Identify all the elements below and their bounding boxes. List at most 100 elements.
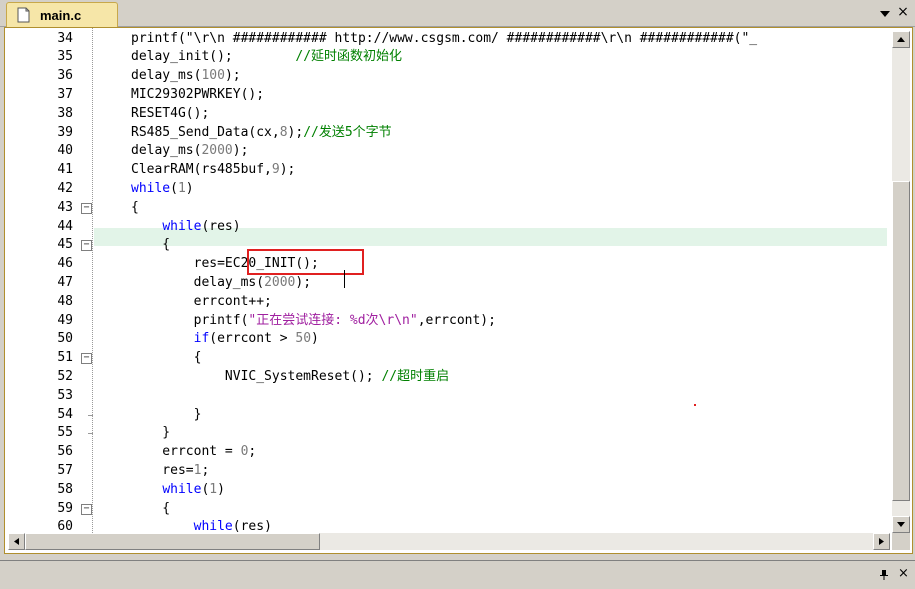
code-line-48[interactable]: 48 errcont++; [0,293,909,312]
code-text: while(1) [131,180,194,199]
code-line-53[interactable]: 53 [0,387,909,406]
horizontal-scroll-thumb[interactable] [25,533,320,550]
code-line-39[interactable]: 39 RS485_Send_Data(cx,8);//发送5个字节 [0,124,909,143]
code-token: { [131,500,171,516]
line-number: 38 [57,105,73,121]
line-number: 50 [57,331,73,347]
code-text: { [131,349,202,368]
code-token: 50 [295,331,312,347]
code-text: } [131,424,170,443]
line-number: 39 [57,124,73,140]
code-token: while [162,481,202,497]
code-line-34[interactable]: 34 printf("\r\n ############ http://www.c… [0,30,909,49]
fold-end-marker [88,414,93,416]
code-line-47[interactable]: 47 delay_ms(2000); [0,274,909,293]
code-token: (errcont > [209,331,296,347]
fold-toggle-icon[interactable]: − [81,353,92,365]
code-token: ); [224,68,241,84]
code-line-58[interactable]: 58 while(1) [0,481,909,500]
code-token: MIC29302PWRKEY(); [131,86,265,102]
tab-main-c[interactable]: main.c [6,2,118,27]
code-line-38[interactable]: 38 RESET4G(); [0,105,909,124]
code-line-49[interactable]: 49 printf("正在尝试连接: %d次\r\n",errcont); [0,312,909,331]
code-token: while [162,218,202,234]
code-token: ); [295,274,312,290]
code-text: { [131,236,170,255]
code-line-56[interactable]: 56 errcont = 0; [0,443,909,462]
code-text: delay_ms(100); [131,67,241,86]
line-number: 41 [57,162,73,178]
code-line-42[interactable]: 42 while(1) [0,180,909,199]
code-token: { [131,199,139,215]
code-line-44[interactable]: 44 while(res) [0,218,909,237]
fold-toggle-icon[interactable]: − [81,503,92,515]
code-token: delay_init(); [131,49,296,65]
code-text: if(errcont > 50) [131,330,319,349]
fold-toggle-icon[interactable]: − [81,240,92,252]
close-icon[interactable]: × [896,4,910,20]
line-number: 57 [57,462,73,478]
code-token: "正在尝试连接: %d次\r\n" [248,312,418,328]
file-icon [17,7,30,23]
scroll-down-button[interactable] [892,516,910,533]
code-token: ) [185,180,194,196]
pin-icon[interactable] [878,569,890,581]
scroll-right-button[interactable] [873,533,890,550]
code-line-41[interactable]: 41 ClearRAM(rs485buf,9); [0,161,909,180]
code-token: 100 [201,68,225,84]
code-text: { [131,199,139,218]
fold-toggle-icon[interactable]: − [81,202,92,214]
scroll-left-button[interactable] [8,533,25,550]
code-token: ); [279,162,296,178]
line-number: 51 [57,350,73,366]
code-token: delay_ms( [131,68,202,84]
code-line-35[interactable]: 35 delay_init(); //延时函数初始化 [0,48,909,67]
code-line-55[interactable]: 55 } [0,424,909,443]
horizontal-scrollbar[interactable] [8,533,890,550]
close-icon[interactable]: × [898,567,912,581]
code-line-37[interactable]: 37 MIC29302PWRKEY(); [0,86,909,105]
code-line-57[interactable]: 57 res=1; [0,462,909,481]
code-token: ,errcont); [417,312,496,328]
code-token: 9 [271,162,280,178]
code-text: delay_init(); //延时函数初始化 [131,48,402,67]
vertical-scroll-thumb[interactable] [892,181,910,501]
line-number: 52 [57,368,73,384]
code-token: 1 [177,180,186,196]
line-number: 49 [57,312,73,328]
code-line-50[interactable]: 50 if(errcont > 50) [0,330,909,349]
code-line-43[interactable]: 43− { [0,199,909,218]
scroll-up-button[interactable] [892,31,910,48]
code-line-45[interactable]: 45− { [0,236,909,255]
code-line-59[interactable]: 59− { [0,500,909,519]
line-number: 55 [57,425,73,441]
annotation-dot [694,404,696,406]
line-number: 48 [57,293,73,309]
vertical-scrollbar[interactable] [892,31,910,533]
code-text: RESET4G(); [131,105,209,124]
code-line-36[interactable]: 36 delay_ms(100); [0,67,909,86]
code-line-51[interactable]: 51− { [0,349,909,368]
code-text: NVIC_SystemReset(); //超时重启 [131,368,449,387]
code-token: ); [287,124,304,140]
scrollbar-corner [892,533,910,550]
code-token: ); [232,143,249,159]
code-line-54[interactable]: 54 } [0,406,909,425]
code-token: //延时函数初始化 [295,49,403,65]
code-line-46[interactable]: 46 res=EC20_INIT(); [0,255,909,274]
code-token: printf( [131,312,249,328]
code-line-40[interactable]: 40 delay_ms(2000); [0,142,909,161]
code-text: } [131,406,202,425]
code-token: 8 [279,124,288,140]
code-text: delay_ms(2000); [131,274,311,293]
code-token: delay_ms( [131,143,202,159]
tab-list-dropdown-icon[interactable] [879,7,891,19]
code-token: ( [170,180,178,196]
code-token: res= [131,462,194,478]
code-token: while [131,180,171,196]
code-token: ) [217,481,225,497]
code-line-52[interactable]: 52 NVIC_SystemReset(); //超时重启 [0,368,909,387]
